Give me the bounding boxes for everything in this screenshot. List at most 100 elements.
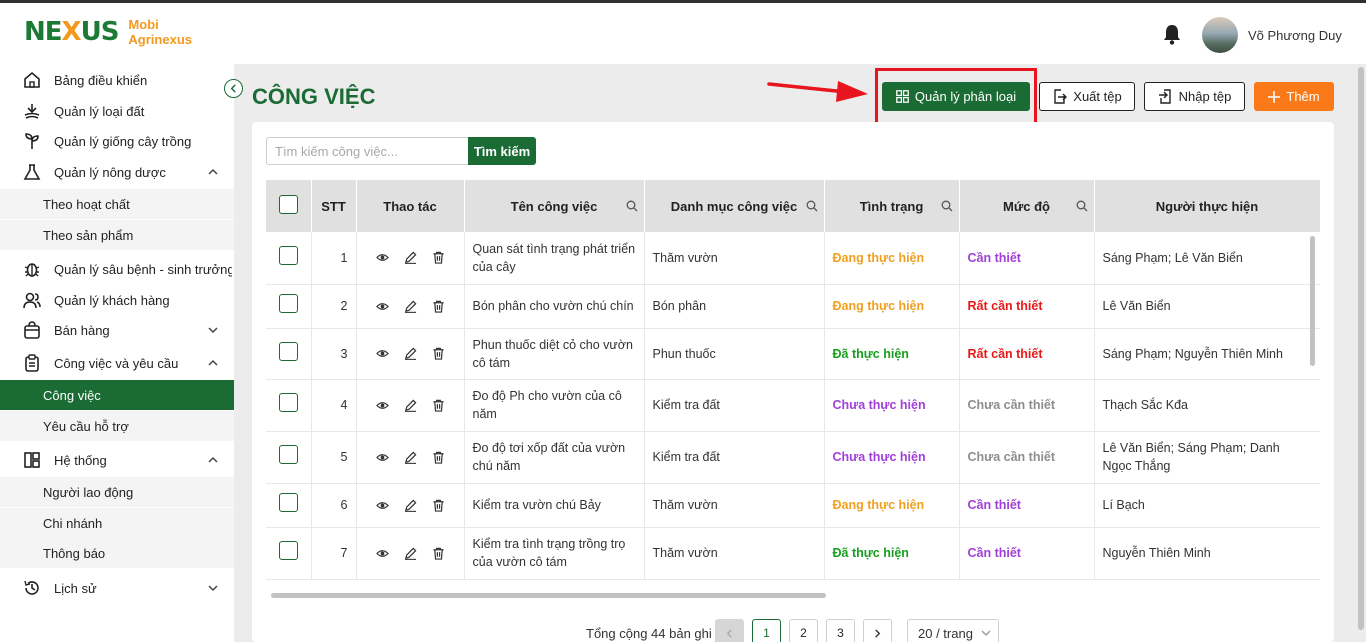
row-checkbox[interactable] xyxy=(278,294,298,313)
search-icon[interactable] xyxy=(941,200,953,212)
eye-icon[interactable] xyxy=(375,451,389,464)
edit-icon[interactable] xyxy=(404,499,417,512)
trash-icon[interactable] xyxy=(432,451,445,464)
search-input[interactable] xyxy=(266,137,469,165)
eye-icon[interactable] xyxy=(375,347,389,360)
row-checkbox[interactable] xyxy=(278,393,298,412)
column-header-status[interactable]: Tình trạng xyxy=(824,180,960,232)
table-vertical-scrollbar[interactable] xyxy=(1310,236,1315,366)
column-header-name[interactable]: Tên công việc xyxy=(464,180,645,232)
row-checkbox[interactable] xyxy=(278,541,298,560)
eye-icon[interactable] xyxy=(375,300,389,313)
eye-icon[interactable] xyxy=(375,499,389,512)
sidebar-item-pests[interactable]: Quản lý sâu bệnh - sinh trưởng xyxy=(0,254,234,284)
page-button-3[interactable]: 3 xyxy=(826,619,855,642)
eye-icon[interactable] xyxy=(375,399,389,412)
sidebar: Bảng điều khiển Quản lý loại đất Quản lý… xyxy=(0,64,234,642)
eye-icon[interactable] xyxy=(375,547,389,560)
edit-icon[interactable] xyxy=(404,451,417,464)
sidebar-item-tasks-requests[interactable]: Công việc và yêu cầu xyxy=(0,348,234,378)
row-checkbox[interactable] xyxy=(278,493,298,512)
sidebar-subitem-product[interactable]: Theo sản phẩm xyxy=(0,220,234,250)
column-header-category[interactable]: Danh mục công việc xyxy=(644,180,825,232)
row-checkbox[interactable] xyxy=(278,245,298,265)
sidebar-subitem-tasks[interactable]: Công việc xyxy=(0,380,234,410)
row-actions xyxy=(356,379,465,432)
sidebar-subitem-active-ingredient[interactable]: Theo hoạt chất xyxy=(0,189,234,219)
page-vertical-scrollbar[interactable] xyxy=(1358,67,1364,630)
column-header-level[interactable]: Mức độ xyxy=(959,180,1095,232)
row-actions xyxy=(356,328,465,380)
manage-categories-button[interactable]: Quản lý phân loại xyxy=(882,82,1030,111)
page-button-1[interactable]: 1 xyxy=(752,619,781,642)
bug-icon xyxy=(24,263,40,277)
users-icon xyxy=(23,292,41,309)
eye-icon[interactable] xyxy=(375,251,389,264)
row-checkbox[interactable] xyxy=(278,341,298,361)
flask-icon xyxy=(23,164,41,180)
grid-icon xyxy=(896,90,909,103)
sidebar-collapse-button[interactable] xyxy=(224,79,243,98)
avatar[interactable] xyxy=(1202,17,1238,53)
prev-page-button[interactable] xyxy=(715,619,744,642)
row-select-cell xyxy=(266,527,312,580)
sidebar-subitem-support[interactable]: Yêu cầu hỗ trợ xyxy=(0,411,234,441)
page-button-2[interactable]: 2 xyxy=(789,619,818,642)
page-size-select[interactable]: 20 / trang xyxy=(907,619,999,642)
sidebar-item-label: Quản lý nông dược xyxy=(54,164,166,180)
search-button[interactable]: Tìm kiếm xyxy=(468,137,536,165)
table-row[interactable]: 7 Kiểm tra tình trạng trồng trọ của vườn … xyxy=(266,527,1320,580)
row-checkbox[interactable] xyxy=(278,445,298,464)
table-row[interactable]: 3 Phun thuốc diệt cỏ cho vườn cô tám Phun … xyxy=(266,328,1320,380)
search-icon[interactable] xyxy=(806,200,818,212)
search-icon[interactable] xyxy=(626,200,638,212)
import-button[interactable]: Nhập tệp xyxy=(1144,82,1245,111)
table-row[interactable]: 1 Quan sát tình trạng phát triển của cây T… xyxy=(266,232,1320,285)
search-icon[interactable] xyxy=(1076,200,1088,212)
add-button[interactable]: Thêm xyxy=(1254,82,1334,111)
sidebar-item-soil[interactable]: Quản lý loại đất xyxy=(0,96,234,126)
edit-icon[interactable] xyxy=(404,347,417,360)
edit-icon[interactable] xyxy=(404,300,417,313)
trash-icon[interactable] xyxy=(432,251,445,264)
sidebar-item-customers[interactable]: Quản lý khách hàng xyxy=(0,285,234,315)
row-actions xyxy=(356,284,465,329)
table-row[interactable]: 5 Đo độ tơi xốp đất của vườn chú năm Kiểm … xyxy=(266,431,1320,484)
table-row[interactable]: 4 Đo độ Ph cho vườn của cô năm Kiểm tra đấ… xyxy=(266,379,1320,432)
edit-icon[interactable] xyxy=(404,547,417,560)
sidebar-item-history[interactable]: Lịch sử xyxy=(0,573,234,603)
brand-logo[interactable]: NEXUS Mobi Agrinexus xyxy=(24,17,192,47)
import-label: Nhập tệp xyxy=(1178,89,1232,104)
sidebar-item-plant[interactable]: Quản lý giống cây trồng xyxy=(0,126,234,156)
sidebar-item-sales[interactable]: Bán hàng xyxy=(0,315,234,345)
edit-icon[interactable] xyxy=(404,399,417,412)
sidebar-item-label: Chi nhánh xyxy=(43,515,103,531)
dashboard-icon xyxy=(24,71,40,88)
sidebar-item-system[interactable]: Hệ thống xyxy=(0,445,234,475)
sidebar-subitem-branches[interactable]: Chi nhánh xyxy=(0,508,234,538)
next-page-button[interactable] xyxy=(863,619,892,642)
table-header-row: STT Thao tác Tên công việc Danh mục công… xyxy=(266,180,1320,232)
select-all-checkbox[interactable] xyxy=(278,195,298,214)
export-button[interactable]: Xuất tệp xyxy=(1039,82,1135,111)
sidebar-subitem-workers[interactable]: Người lao động xyxy=(0,477,234,507)
horizontal-scrollbar[interactable] xyxy=(271,593,826,598)
row-task-name: Đo độ tơi xốp đất của vườn chú năm xyxy=(464,431,645,484)
edit-icon[interactable] xyxy=(404,251,417,265)
trash-icon[interactable] xyxy=(432,399,445,412)
trash-icon[interactable] xyxy=(432,499,445,512)
trash-icon[interactable] xyxy=(432,547,445,560)
trash-icon[interactable] xyxy=(432,347,445,360)
table-row[interactable]: 2 Bón phân cho vườn chú chín Bón phân Đang … xyxy=(266,284,1320,329)
row-select-cell xyxy=(266,431,312,484)
sidebar-item-dashboard[interactable]: Bảng điều khiển xyxy=(0,65,234,95)
trash-icon[interactable] xyxy=(432,300,445,313)
table-row[interactable]: 6 Kiểm tra vườn chú Bảy Thăm vườn Đang thực… xyxy=(266,483,1320,528)
plant-icon xyxy=(25,133,39,149)
system-icon xyxy=(24,452,40,468)
sidebar-subitem-notifications[interactable]: Thông báo xyxy=(0,538,234,568)
bell-icon[interactable] xyxy=(1162,23,1182,45)
sidebar-item-label: Thông báo xyxy=(43,545,106,561)
sidebar-item-pesticide[interactable]: Quản lý nông dược xyxy=(0,157,234,187)
user-name[interactable]: Võ Phương Duy xyxy=(1248,28,1342,43)
